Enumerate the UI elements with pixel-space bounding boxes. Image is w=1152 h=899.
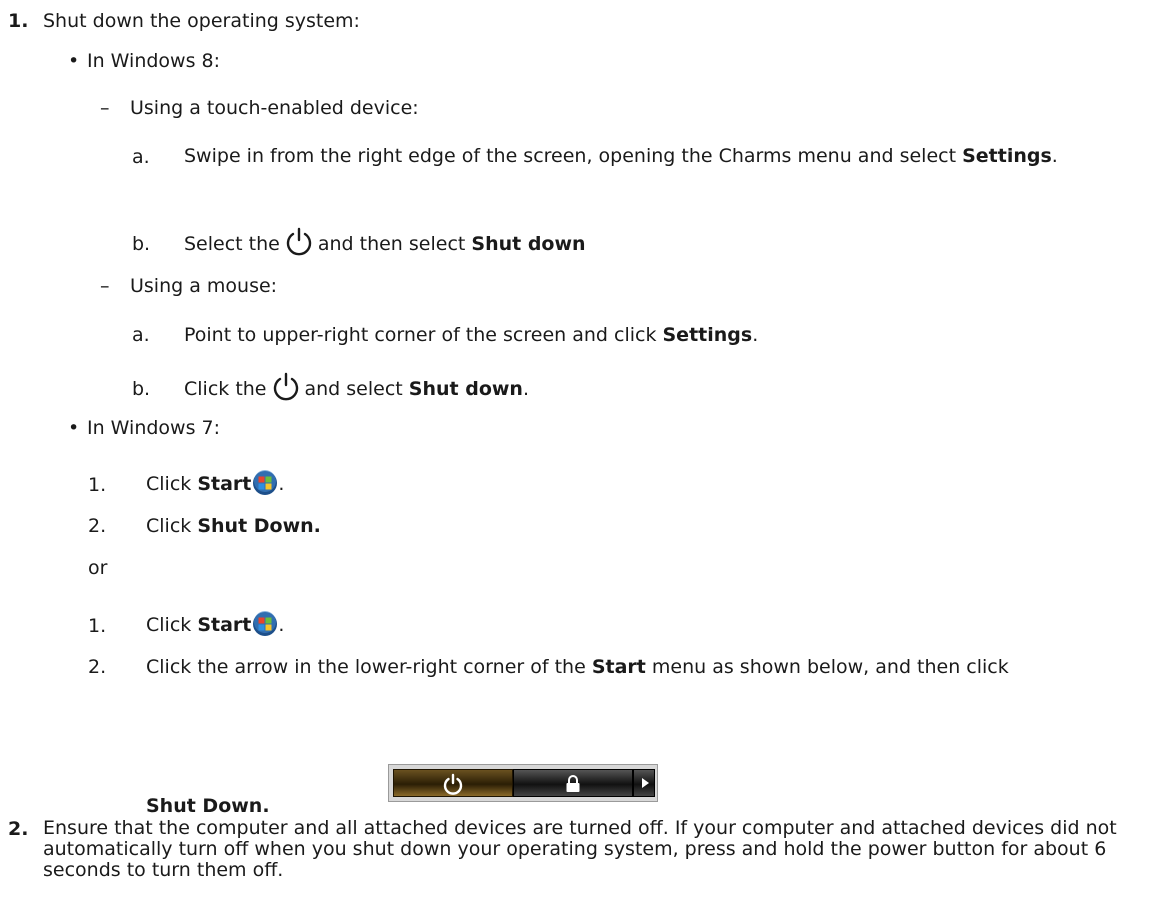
touch-step-a: Swipe in from the right edge of the scre… [184, 145, 1058, 167]
shut-down-final: Shut Down. [146, 795, 270, 817]
step-number: 2. [8, 818, 29, 840]
list-marker: b. [132, 233, 151, 255]
lock-icon [566, 775, 580, 792]
start-label: Start [591, 656, 646, 678]
list-marker: b. [132, 378, 151, 400]
settings-label: Settings [962, 145, 1052, 167]
windows7-label: In Windows 7: [87, 417, 221, 439]
lock-button-image [513, 769, 633, 797]
bullet: • [68, 417, 80, 439]
step-number: 1. [8, 10, 29, 32]
mouse-step-b: Click the and select Shut down. [184, 371, 529, 404]
list-marker: 1. [88, 615, 107, 637]
settings-label: Settings [662, 324, 753, 346]
windows-start-orb-icon [253, 470, 278, 495]
win7-step-1: Click Start. [146, 470, 284, 498]
power-icon [273, 372, 298, 401]
list-marker: 2. [88, 515, 107, 537]
step-text: Shut down the operating system: [43, 10, 360, 32]
mouse-label: Using a mouse: [130, 275, 278, 297]
power-icon [443, 773, 463, 795]
win7-alt-step-1: Click Start. [146, 611, 284, 639]
bullet: • [68, 50, 80, 72]
list-marker: a. [132, 146, 150, 168]
arrow-right-icon [642, 778, 649, 788]
touch-device-label: Using a touch-enabled device: [130, 97, 419, 119]
list-marker: 1. [88, 474, 107, 496]
list-marker: a. [132, 324, 150, 346]
dash: – [100, 97, 110, 119]
power-icon [286, 227, 312, 256]
shutdown-button-image [393, 769, 513, 797]
shut-down-label: Shut Down. [197, 515, 321, 537]
touch-step-b: Select the and then select Shut down [184, 226, 586, 259]
shut-down-label: Shut down [408, 378, 523, 400]
windows8-label: In Windows 8: [87, 50, 221, 72]
step-text: Ensure that the computer and all attache… [43, 817, 1117, 881]
start-label: Start [197, 614, 252, 636]
dash: – [100, 275, 110, 297]
arrow-button-image [633, 769, 655, 797]
or-separator: or [88, 557, 108, 579]
start-label: Start [197, 473, 252, 495]
windows-start-orb-icon [253, 611, 278, 636]
win7-step-2: Click Shut Down. [146, 515, 321, 537]
shut-down-label: Shut down [471, 233, 586, 255]
mouse-step-a: Point to upper-right corner of the scree… [184, 324, 759, 346]
list-marker: 2. [88, 656, 107, 678]
win7-alt-step-2: Click the arrow in the lower-right corne… [146, 656, 1009, 678]
start-menu-shutdown-bar [388, 764, 658, 802]
